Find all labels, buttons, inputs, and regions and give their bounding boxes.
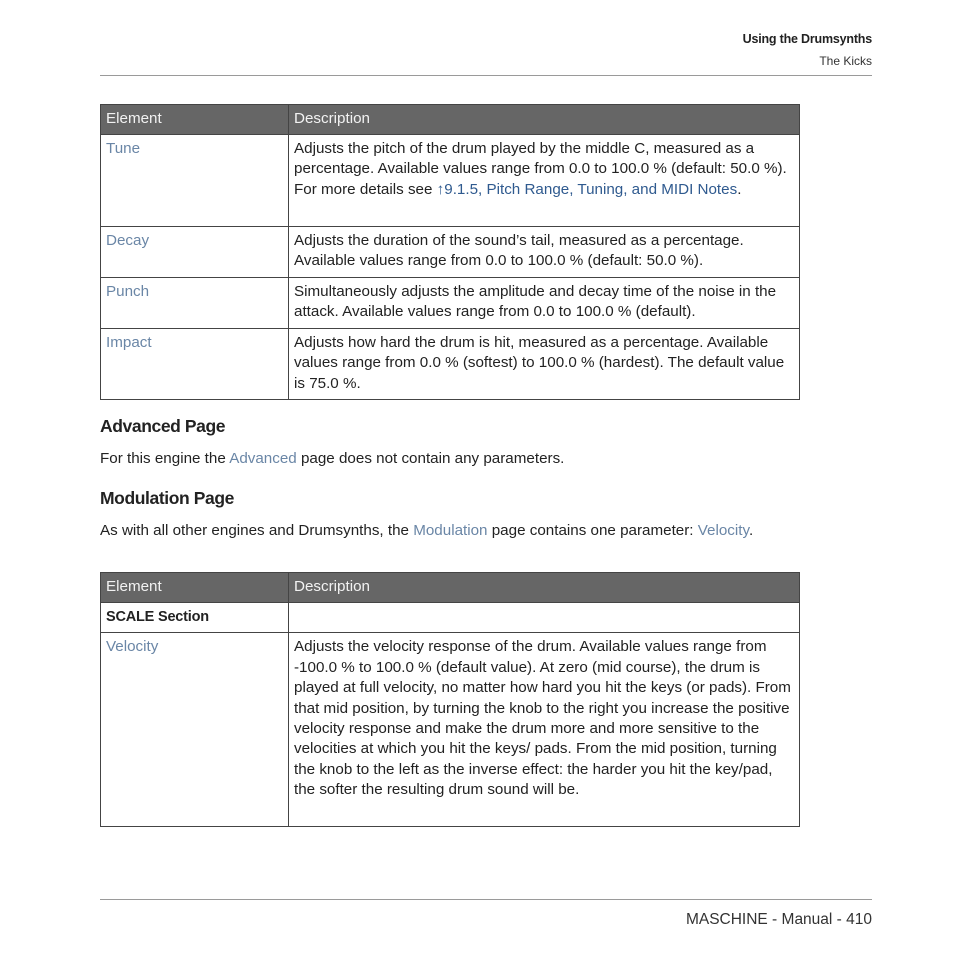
advanced-page-heading: Advanced Page — [100, 416, 226, 436]
column-header-element: Element — [100, 104, 289, 135]
table-row: Tune Adjusts the pitch of the drum playe… — [100, 134, 800, 227]
description-cell: Adjusts the duration of the sound’s tail… — [288, 226, 800, 278]
column-header-description: Description — [288, 104, 800, 135]
table-row: Punch Simultaneously adjusts the amplitu… — [100, 277, 800, 329]
modulation-page-paragraph: As with all other engines and Drumsynths… — [100, 521, 800, 541]
modulation-link[interactable]: Modulation — [413, 522, 487, 539]
element-link-velocity[interactable]: Velocity — [106, 638, 158, 655]
table-row: Impact Adjusts how hard the drum is hit,… — [100, 327, 800, 401]
description-text-end: . — [737, 180, 742, 198]
paragraph-text-middle: page contains one parameter: — [487, 522, 698, 539]
page-footer: MASCHINE - Manual - 410 — [685, 911, 872, 928]
description-cell: Simultaneously adjusts the amplitude and… — [288, 277, 800, 329]
description-cell: Adjusts how hard the drum is hit, measur… — [288, 327, 800, 401]
paragraph-text: As with all other engines and Drumsynths… — [100, 522, 414, 539]
column-header-description: Description — [288, 572, 800, 603]
advanced-page-paragraph: For this engine the Advanced page does n… — [100, 449, 800, 469]
cross-reference-link[interactable]: ↑9.1.5, Pitch Range, Tuning, and MIDI No… — [437, 181, 738, 198]
table-header-row: Element Description — [100, 572, 800, 603]
element-link-punch[interactable]: Punch — [106, 283, 149, 300]
modulation-parameters-table: Element Description SCALE Section Veloci… — [100, 572, 800, 828]
paragraph-text: For this engine the — [100, 450, 230, 467]
running-header: Using the Drumsynths The Kicks — [742, 31, 873, 68]
element-link-impact[interactable]: Impact — [106, 334, 152, 351]
chapter-title: Using the Drumsynths — [742, 32, 873, 46]
velocity-link[interactable]: Veloc­ity — [698, 522, 749, 539]
table-header-row: Element Description — [100, 104, 800, 135]
footer-divider — [100, 899, 872, 900]
description-cell: Adjusts the velocity response of the dru… — [288, 632, 800, 828]
element-cell[interactable]: Impact — [100, 327, 289, 401]
section-row: SCALE Section — [100, 601, 800, 634]
paragraph-text-end: . — [748, 522, 754, 539]
column-header-element: Element — [100, 572, 289, 603]
empty-cell — [288, 601, 800, 634]
section-label: SCALE Section — [100, 601, 289, 634]
element-cell[interactable]: Tune — [100, 134, 289, 227]
table-row: Decay Adjusts the duration of the sound’… — [100, 226, 800, 278]
table-row: Velocity Adjusts the velocity response o… — [100, 632, 800, 828]
element-cell[interactable]: Decay — [100, 226, 289, 278]
description-cell: Adjusts the pitch of the drum played by … — [288, 134, 800, 227]
kick-parameters-table: Element Description Tune Adjusts the pit… — [100, 104, 800, 401]
element-cell[interactable]: Velocity — [100, 632, 289, 828]
element-link-decay[interactable]: Decay — [106, 232, 149, 249]
element-link-tune[interactable]: Tune — [106, 140, 140, 157]
section-title: The Kicks — [819, 54, 872, 68]
element-cell[interactable]: Punch — [100, 277, 289, 329]
paragraph-text-end: page does not contain any parameters. — [296, 450, 565, 467]
header-divider — [100, 75, 872, 76]
modulation-page-heading: Modulation Page — [100, 488, 235, 508]
advanced-link[interactable]: Advanced — [229, 450, 297, 467]
